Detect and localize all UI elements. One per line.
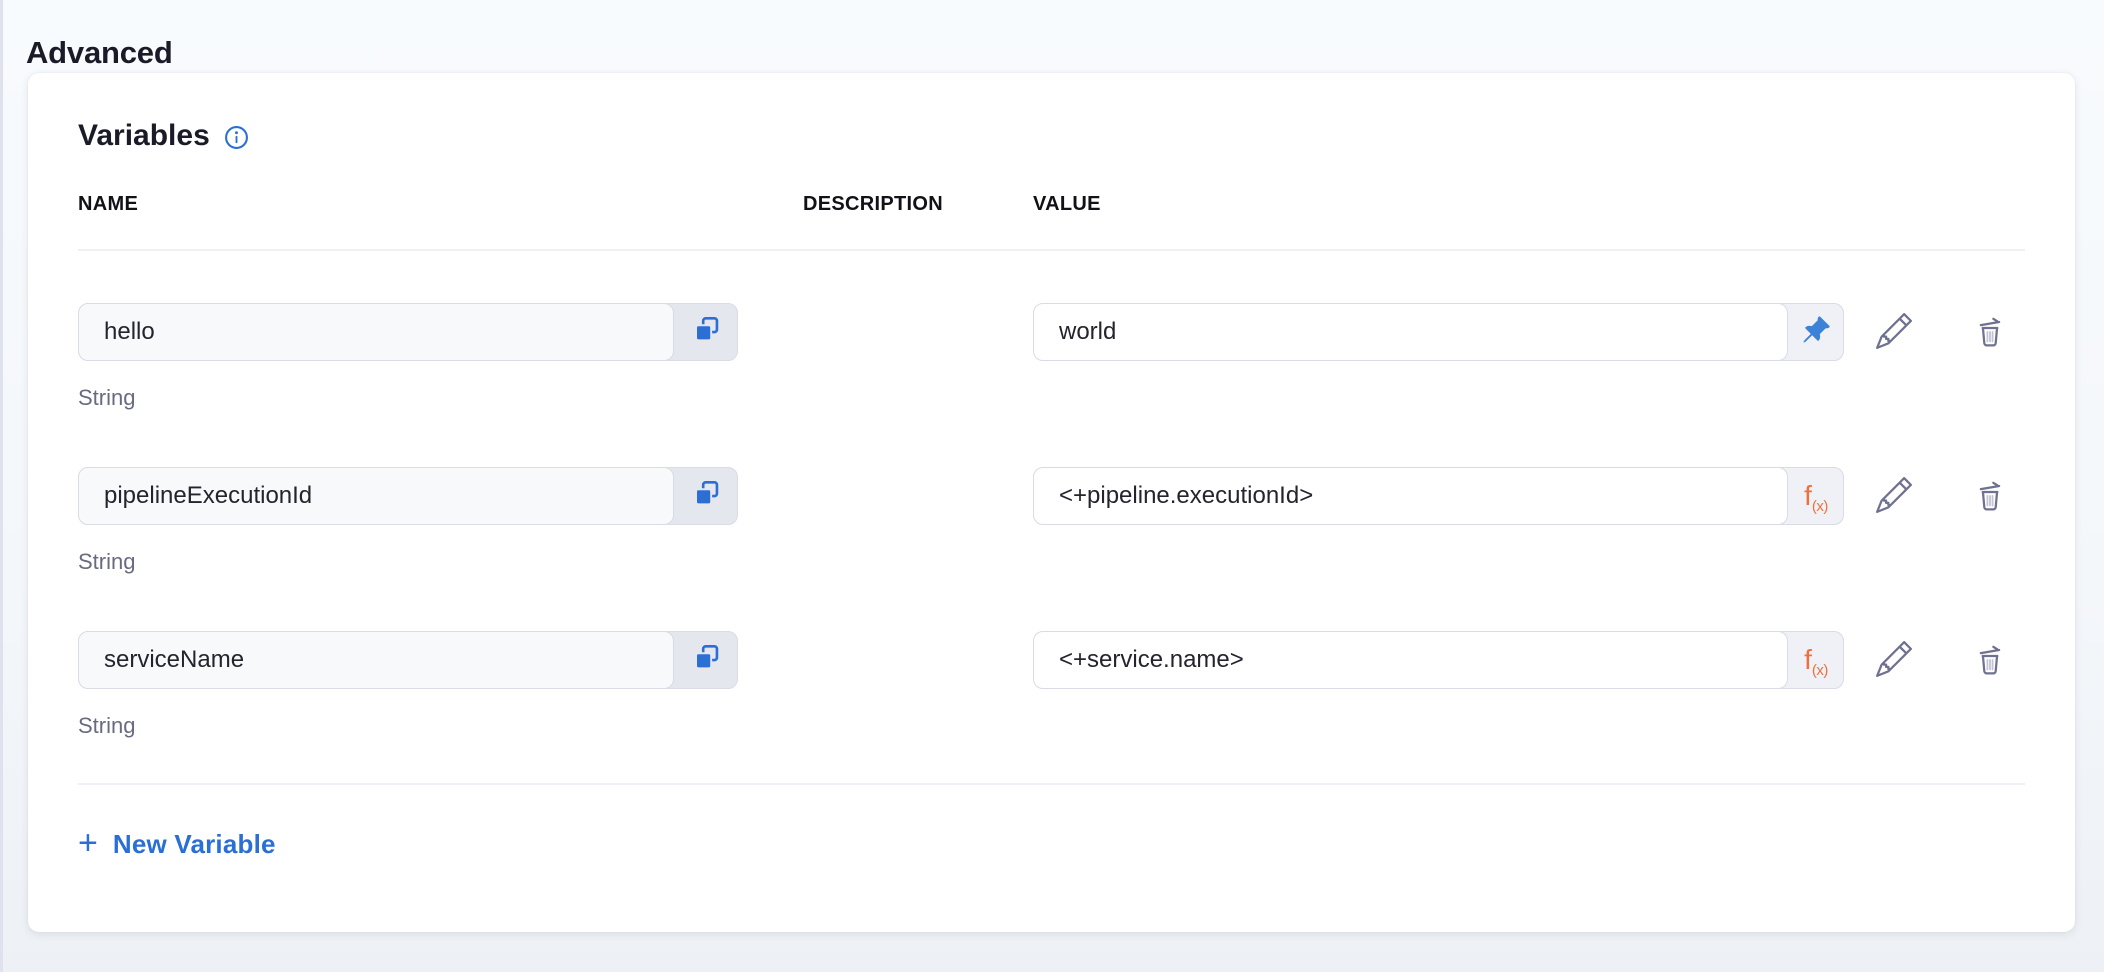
actions-cell: [1844, 467, 2025, 525]
value-cell: f(x): [1033, 631, 1844, 689]
edit-variable-button[interactable]: [1875, 313, 1913, 351]
edit-variable-button[interactable]: [1875, 477, 1913, 515]
plus-icon: +: [78, 826, 98, 860]
name-cell: String: [78, 303, 803, 411]
variable-row: String f(x): [78, 631, 2025, 739]
variable-name-input[interactable]: [78, 467, 674, 525]
column-header-value: VALUE: [1033, 193, 1844, 216]
copy-button[interactable]: [664, 303, 738, 361]
variable-type-label: String: [78, 549, 803, 575]
trash-icon: [1972, 313, 2008, 352]
edit-pencil-icon: [1876, 477, 1912, 516]
trash-icon: [1972, 641, 2008, 680]
new-variable-label: New Variable: [113, 829, 276, 860]
info-icon[interactable]: [224, 124, 249, 149]
delete-variable-button[interactable]: [1971, 477, 2009, 515]
actions-cell: [1844, 303, 2025, 361]
table-header-row: NAME DESCRIPTION VALUE: [78, 193, 2025, 216]
expression-icon: f(x): [1804, 646, 1828, 674]
variable-row: String f(x): [78, 467, 2025, 575]
pin-icon: [1801, 315, 1831, 350]
column-header-description: DESCRIPTION: [803, 193, 1033, 216]
variables-section-title: Variables: [78, 119, 2025, 153]
variables-rows: String: [78, 251, 2025, 739]
edit-pencil-icon: [1876, 313, 1912, 352]
copy-icon: [690, 313, 723, 351]
variable-row: String: [78, 303, 2025, 411]
variables-title-text: Variables: [78, 119, 210, 153]
actions-cell: [1844, 631, 2025, 689]
copy-icon: [690, 477, 723, 515]
bottom-divider: [78, 783, 2025, 785]
new-variable-button[interactable]: + New Variable: [78, 827, 276, 861]
delete-variable-button[interactable]: [1971, 313, 2009, 351]
value-cell: [1033, 303, 1844, 361]
variables-card: Variables NAME DESCRIPTION VALUE: [28, 73, 2075, 932]
variable-value-input[interactable]: [1033, 467, 1788, 525]
column-header-name: NAME: [78, 193, 803, 216]
copy-button[interactable]: [664, 631, 738, 689]
trash-icon: [1972, 477, 2008, 516]
variable-value-input[interactable]: [1033, 631, 1788, 689]
name-cell: String: [78, 467, 803, 575]
delete-variable-button[interactable]: [1971, 641, 2009, 679]
copy-button[interactable]: [664, 467, 738, 525]
variable-value-input[interactable]: [1033, 303, 1788, 361]
variable-name-input[interactable]: [78, 631, 674, 689]
copy-icon: [690, 641, 723, 679]
page-title: Advanced: [26, 35, 173, 71]
variable-type-label: String: [78, 385, 803, 411]
name-cell: String: [78, 631, 803, 739]
edit-pencil-icon: [1876, 641, 1912, 680]
variable-name-input[interactable]: [78, 303, 674, 361]
variable-type-label: String: [78, 713, 803, 739]
value-cell: f(x): [1033, 467, 1844, 525]
edit-variable-button[interactable]: [1875, 641, 1913, 679]
expression-icon: f(x): [1804, 482, 1828, 510]
